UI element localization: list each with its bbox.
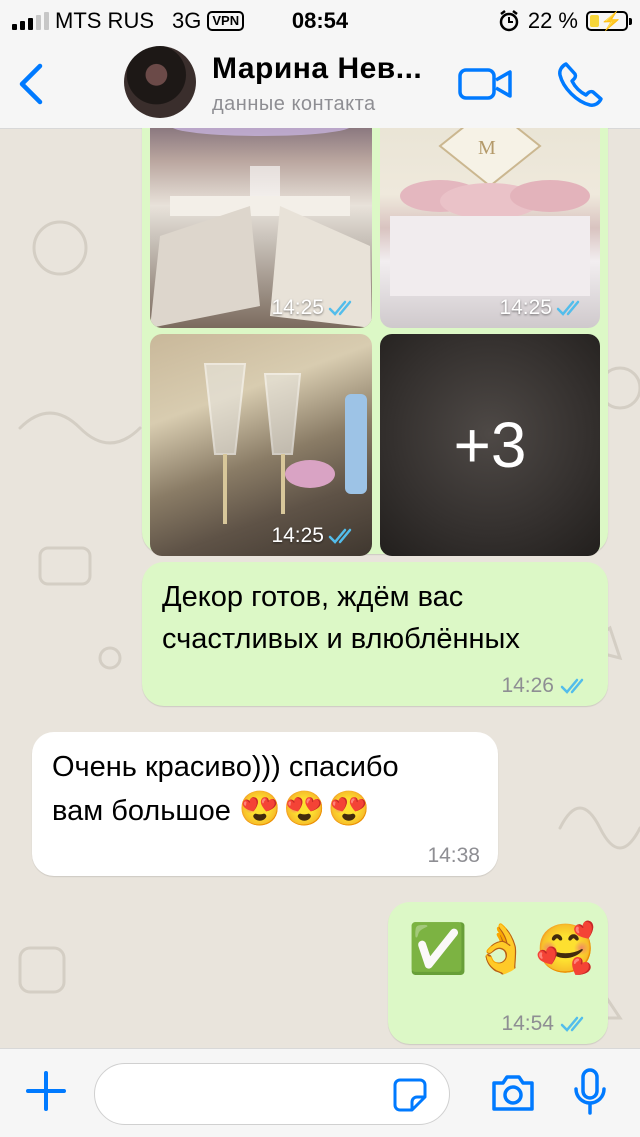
video-call-icon[interactable] (458, 64, 512, 104)
message-timestamp: 14:54 (501, 1012, 590, 1036)
album-more-photos[interactable]: +3 (380, 334, 600, 556)
photo-timestamp: 14:25 (499, 296, 586, 320)
outgoing-message[interactable]: Декор готов, ждём вас счастливых и влюбл… (142, 562, 608, 706)
incoming-message[interactable]: Очень красиво))) спасибо вам большое 😍😍😍… (32, 732, 498, 876)
message-text: Очень красиво))) спасибо вам большое 😍😍😍 (52, 751, 399, 828)
more-photos-count: +3 (453, 409, 527, 481)
photo-timestamp: 14:25 (271, 524, 358, 548)
album-photo-head-table[interactable]: M 14:25 (380, 128, 600, 328)
compose-bar (0, 1048, 640, 1137)
message-list[interactable]: 14:25 M 14:25 14:25 +3 Декор готов, ждём… (0, 128, 640, 1048)
battery-percent: 22 % (527, 8, 578, 33)
alarm-icon (499, 10, 519, 32)
battery-icon: ⚡ (586, 11, 632, 31)
microphone-icon[interactable] (572, 1067, 608, 1117)
back-chevron-icon[interactable] (14, 60, 48, 108)
photo-album-message[interactable]: 14:25 M 14:25 14:25 +3 (142, 128, 608, 556)
contact-avatar[interactable] (124, 46, 196, 118)
read-receipt-icon (560, 678, 584, 694)
message-timestamp: 14:26 (501, 674, 590, 698)
phone-call-icon[interactable] (556, 60, 604, 108)
chat-header: Марина Нев... данные контакта (0, 40, 640, 129)
read-receipt-icon (560, 1016, 584, 1032)
sticker-icon[interactable] (392, 1077, 428, 1113)
message-text: Декор готов, ждём вас счастливых и влюбл… (162, 581, 520, 655)
read-receipt-icon (328, 300, 352, 316)
emoji-message: ✅👌🥰 (408, 923, 600, 976)
album-photo-banquet-hall[interactable]: 14:25 (150, 128, 372, 328)
plus-icon[interactable] (22, 1067, 70, 1115)
read-receipt-icon (556, 300, 580, 316)
status-bar: MTS RUS 3G VPN 08:54 22 % ⚡ (0, 0, 640, 40)
message-timestamp: 14:38 (427, 844, 480, 867)
read-receipt-icon (328, 528, 352, 544)
camera-icon[interactable] (490, 1071, 536, 1115)
album-photo-glasses[interactable]: 14:25 (150, 334, 372, 556)
heart-eyes-emoji: 😍😍😍 (238, 790, 372, 828)
contact-name[interactable]: Марина Нев... (212, 52, 422, 86)
svg-text:M: M (478, 137, 496, 159)
photo-timestamp: 14:25 (271, 296, 358, 320)
outgoing-message[interactable]: ✅👌🥰 14:54 (388, 902, 608, 1044)
contact-info-link[interactable]: данные контакта (212, 93, 376, 116)
